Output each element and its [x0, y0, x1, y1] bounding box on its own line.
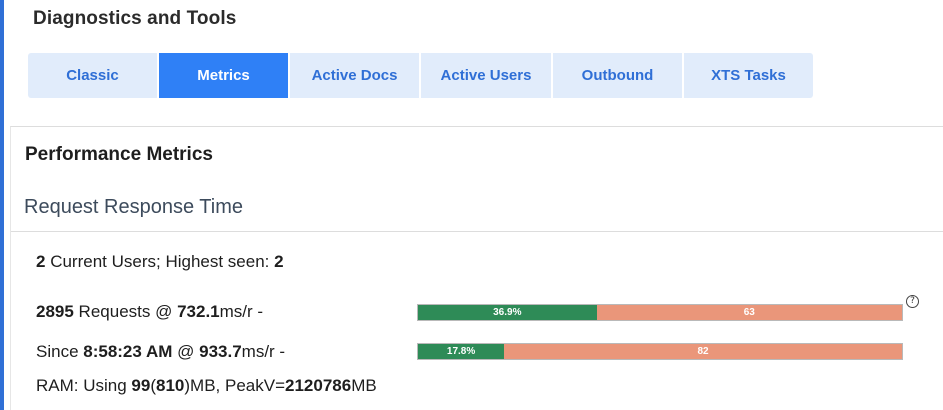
section-divider: [11, 231, 943, 232]
help-icon[interactable]: ?: [906, 295, 919, 308]
since-line: Since 8:58:23 AM @ 933.7ms/r -: [36, 342, 285, 362]
requests-progress-bar: 36.9% 63: [417, 304, 903, 321]
since-rate-unit: ms/r -: [241, 342, 286, 361]
since-mid: @: [172, 342, 200, 361]
since-bar-green-segment: 17.8%: [418, 344, 505, 359]
requests-label: Requests @: [73, 302, 178, 321]
requests-line: 2895 Requests @ 732.1ms/r -: [36, 302, 263, 322]
tab-metrics[interactable]: Metrics: [159, 53, 288, 98]
ram-line: RAM: Using 99(810)MB, PeakV=2120786MB: [36, 376, 377, 396]
current-users-label: Current Users; Highest seen:: [45, 252, 275, 271]
diagnostics-page: Diagnostics and Tools Classic Metrics Ac…: [0, 0, 943, 410]
panel-heading: Performance Metrics: [25, 144, 213, 165]
since-progress-bar: 17.8% 82: [417, 343, 903, 360]
current-users-line: 2 Current Users; Highest seen: 2: [36, 252, 284, 272]
tab-xts-tasks[interactable]: XTS Tasks: [684, 53, 813, 98]
ram-prefix: RAM: Using: [36, 376, 132, 395]
since-rate: 933.7: [199, 342, 242, 361]
tab-classic[interactable]: Classic: [28, 53, 157, 98]
tab-outbound[interactable]: Outbound: [553, 53, 682, 98]
request-rate: 732.1: [177, 302, 220, 321]
ram-total: 810: [156, 376, 185, 395]
since-time: 8:58:23 AM: [83, 342, 173, 361]
requests-bar-orange-segment: 63: [596, 305, 902, 320]
tab-active-docs[interactable]: Active Docs: [290, 53, 419, 98]
ram-used: 99: [131, 376, 151, 395]
ram-mid: )MB, PeakV=: [184, 376, 286, 395]
tab-bar: Classic Metrics Active Docs Active Users…: [28, 53, 813, 98]
metrics-panel: Performance Metrics Request Response Tim…: [10, 126, 943, 410]
ram-peak: 2120786: [285, 376, 352, 395]
since-bar-orange-segment: 82: [504, 344, 902, 359]
highest-users-count: 2: [274, 252, 284, 271]
section-heading: Request Response Time: [24, 196, 244, 218]
requests-bar-green-segment: 36.9%: [418, 305, 597, 320]
tab-active-users[interactable]: Active Users: [421, 53, 551, 98]
ram-unit: MB: [351, 376, 377, 395]
request-rate-unit: ms/r -: [219, 302, 264, 321]
request-count: 2895: [36, 302, 74, 321]
page-title: Diagnostics and Tools: [33, 8, 237, 29]
since-prefix: Since: [36, 342, 84, 361]
left-accent-rail: [0, 0, 4, 410]
